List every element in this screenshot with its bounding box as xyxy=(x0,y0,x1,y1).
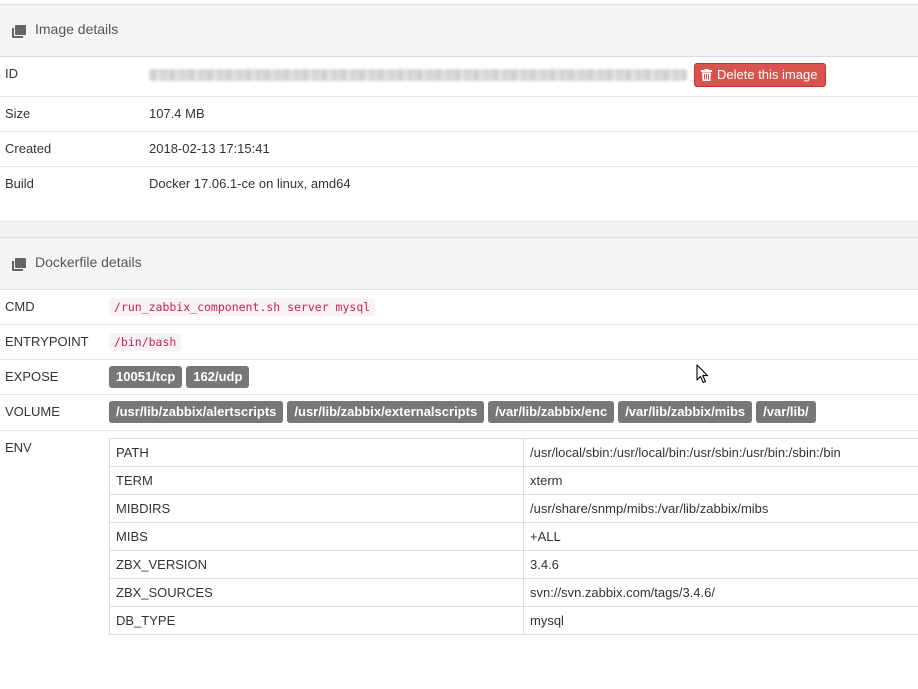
created-value: 2018-02-13 17:15:41 xyxy=(149,141,270,156)
env-key: ZBX_VERSION xyxy=(109,550,524,579)
volume-paths: /usr/lib/zabbix/alertscripts/usr/lib/zab… xyxy=(109,401,918,423)
env-key: MIBS xyxy=(109,522,524,551)
created-label: Created xyxy=(5,141,52,156)
expose-ports: 10051/tcp 162/udp xyxy=(109,366,253,388)
volume-row: VOLUME /usr/lib/zabbix/alertscripts/usr/… xyxy=(0,395,918,430)
cmd-value: /run_zabbix_component.sh server mysql xyxy=(109,298,376,316)
env-table-wrapper: PATH /usr/local/sbin:/usr/local/bin:/usr… xyxy=(109,438,918,644)
table-row: TERM xterm xyxy=(109,466,918,495)
size-label: Size xyxy=(5,106,31,121)
build-row: Build Docker 17.06.1-ce on linux, amd64 xyxy=(0,167,918,221)
volume-badge: /usr/lib/zabbix/alertscripts xyxy=(109,401,284,423)
volume-label: VOLUME xyxy=(5,404,60,419)
clone-icon xyxy=(12,258,26,271)
volume-badge: /var/lib/ xyxy=(756,401,816,423)
env-value: mysql xyxy=(523,606,918,635)
cmd-row: CMD /run_zabbix_component.sh server mysq… xyxy=(0,290,918,325)
mouse-pointer-icon xyxy=(696,364,709,384)
id-label: ID xyxy=(5,66,18,81)
entrypoint-label: ENTRYPOINT xyxy=(5,334,89,349)
size-value: 107.4 MB xyxy=(149,106,205,121)
volume-badge: /var/lib/zabbix/enc xyxy=(488,401,615,423)
table-row: ZBX_SOURCES svn://svn.zabbix.com/tags/3.… xyxy=(109,578,918,607)
image-details-title: Image details xyxy=(35,21,119,37)
clone-icon xyxy=(12,25,26,38)
expose-label: EXPOSE xyxy=(5,369,59,384)
created-row: Created 2018-02-13 17:15:41 xyxy=(0,132,918,167)
id-row: ID Delete this image xyxy=(0,57,918,97)
env-value: svn://svn.zabbix.com/tags/3.4.6/ xyxy=(523,578,918,607)
entrypoint-row: ENTRYPOINT /bin/bash xyxy=(0,325,918,360)
env-table: PATH /usr/local/sbin:/usr/local/bin:/usr… xyxy=(109,438,918,635)
env-key: MIBDIRS xyxy=(109,494,524,523)
env-label: ENV xyxy=(5,440,32,455)
env-value: /usr/local/sbin:/usr/local/bin:/usr/sbin… xyxy=(523,438,918,467)
image-id-value-redacted xyxy=(149,69,687,81)
env-value: +ALL xyxy=(523,522,918,551)
entrypoint-value: /bin/bash xyxy=(109,333,182,351)
env-key: ZBX_SOURCES xyxy=(109,578,524,607)
image-details-heading: Image details xyxy=(0,4,918,57)
expose-row: EXPOSE 10051/tcp 162/udp xyxy=(0,360,918,395)
port-badge: 10051/tcp xyxy=(109,366,183,388)
trash-icon xyxy=(701,69,712,81)
build-label: Build xyxy=(5,176,34,191)
size-row: Size 107.4 MB xyxy=(0,97,918,132)
env-value: 3.4.6 xyxy=(523,550,918,579)
env-value: xterm xyxy=(523,466,918,495)
table-row: DB_TYPE mysql xyxy=(109,606,918,635)
dockerfile-details-heading: Dockerfile details xyxy=(0,237,918,290)
table-row: MIBDIRS /usr/share/snmp/mibs:/var/lib/za… xyxy=(109,494,918,523)
table-row: MIBS +ALL xyxy=(109,522,918,551)
build-value: Docker 17.06.1-ce on linux, amd64 xyxy=(149,176,351,191)
volume-badge: /var/lib/zabbix/mibs xyxy=(618,401,753,423)
delete-image-label: Delete this image xyxy=(717,67,818,82)
cmd-label: CMD xyxy=(5,299,35,314)
volume-badge: /usr/lib/zabbix/externalscripts xyxy=(287,401,485,423)
env-key: DB_TYPE xyxy=(109,606,524,635)
panel-separator xyxy=(0,221,918,238)
table-row: PATH /usr/local/sbin:/usr/local/bin:/usr… xyxy=(109,438,918,467)
env-key: TERM xyxy=(109,466,524,495)
port-badge: 162/udp xyxy=(186,366,250,388)
env-key: PATH xyxy=(109,438,524,467)
delete-image-button[interactable]: Delete this image xyxy=(694,63,827,87)
table-row: ZBX_VERSION 3.4.6 xyxy=(109,550,918,579)
env-value: /usr/share/snmp/mibs:/var/lib/zabbix/mib… xyxy=(523,494,918,523)
dockerfile-details-title: Dockerfile details xyxy=(35,254,142,270)
